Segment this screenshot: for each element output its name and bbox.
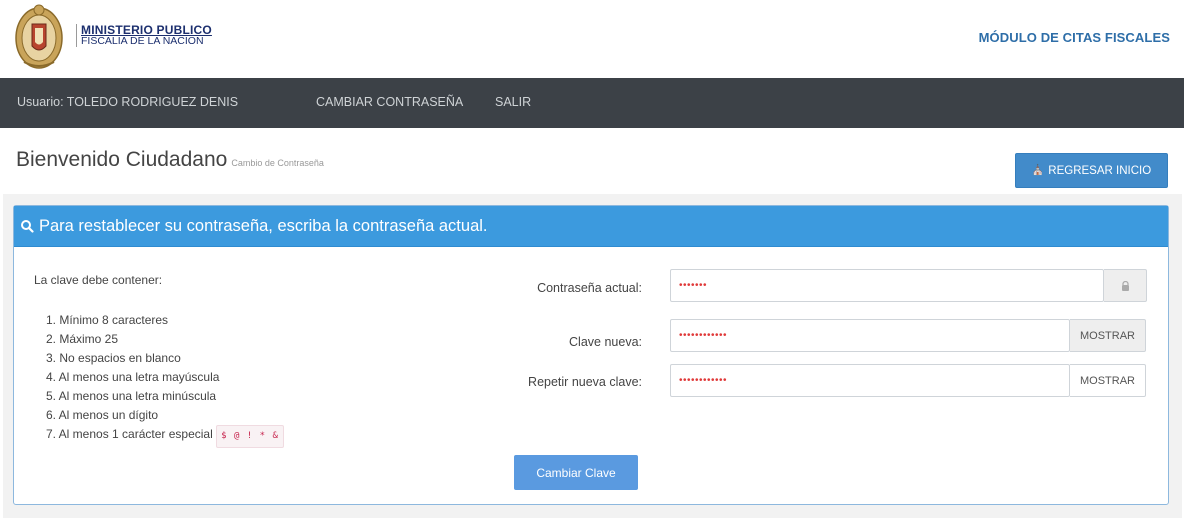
password-rules-list: 1. Mínimo 8 caracteres 2. Máximo 25 3. N…	[46, 311, 284, 448]
show-repeat-password-button[interactable]: MOSTRAR	[1070, 364, 1146, 397]
show-new-password-button[interactable]: MOSTRAR	[1070, 319, 1146, 352]
new-password-label: Clave nueva:	[569, 335, 642, 349]
return-home-button[interactable]: ⛪ REGRESAR INICIO	[1015, 153, 1168, 188]
repeat-password-input[interactable]: ••••••••••••	[670, 364, 1070, 397]
search-icon	[21, 220, 34, 233]
page-title-text: Bienvenido Ciudadano	[16, 148, 228, 171]
page-title: Bienvenido Ciudadano Cambio de Contraseña	[16, 148, 324, 172]
panel-heading-text: Para restablecer su contraseña, escriba …	[39, 216, 488, 235]
top-navbar: Usuario: TOLEDO RODRIGUEZ DENIS CAMBIAR …	[0, 78, 1184, 128]
rule-item: 1. Mínimo 8 caracteres	[46, 313, 169, 327]
panel-heading: Para restablecer su contraseña, escriba …	[14, 206, 1168, 247]
repeat-password-label: Repetir nueva clave:	[528, 375, 642, 389]
ministerio-seal-icon	[15, 4, 63, 69]
current-password-input[interactable]: •••••••	[670, 269, 1104, 302]
rule-item: 5. Al menos una letra minúscula	[46, 389, 217, 403]
rule-item: 2. Máximo 25	[46, 332, 119, 346]
rule-item: 3. No espacios en blanco	[46, 351, 181, 365]
home-icon: ⛪	[1031, 165, 1045, 176]
lock-icon	[1121, 280, 1129, 291]
rule-item: 4. Al menos una letra mayúscula	[46, 370, 220, 384]
current-password-lock-addon	[1104, 269, 1147, 302]
nav-logout[interactable]: SALIR	[495, 95, 531, 109]
current-password-label: Contraseña actual:	[537, 281, 642, 295]
nav-change-password[interactable]: CAMBIAR CONTRASEÑA	[316, 95, 463, 109]
return-home-label: REGRESAR INICIO	[1048, 164, 1152, 177]
module-title: MÓDULO DE CITAS FISCALES	[978, 30, 1170, 45]
logo-line2: FISCALIA DE LA NACION	[81, 35, 204, 47]
change-password-submit-button[interactable]: Cambiar Clave	[514, 455, 638, 490]
page-subtitle: Cambio de Contraseña	[231, 158, 324, 168]
new-password-input[interactable]: ••••••••••••	[670, 319, 1070, 352]
header: MINISTERIO PUBLICO FISCALIA DE LA NACION…	[0, 0, 1184, 78]
logo-text: MINISTERIO PUBLICO FISCALIA DE LA NACION	[76, 24, 212, 47]
rules-title: La clave debe contener:	[34, 273, 163, 287]
rule-item-text: 7. Al menos 1 carácter especial	[46, 427, 213, 441]
nav-user[interactable]: Usuario: TOLEDO RODRIGUEZ DENIS	[17, 95, 238, 109]
rule-item: 7. Al menos 1 carácter especial $ @ ! * …	[46, 425, 284, 448]
rule-item: 6. Al menos un dígito	[46, 408, 159, 422]
special-chars-code: $ @ ! * &	[216, 425, 284, 448]
